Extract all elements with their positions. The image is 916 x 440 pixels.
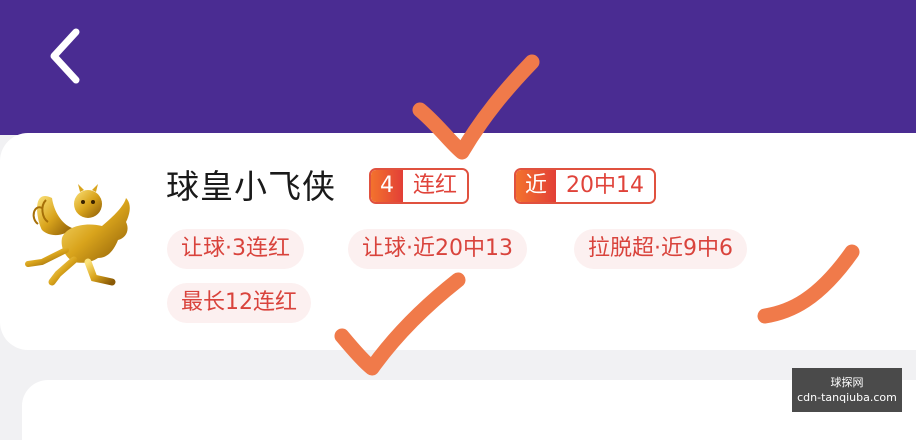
streak-count: 4 [371,170,403,202]
chevron-left-icon [50,28,80,84]
expert-name: 球皇小飞侠 [166,167,336,206]
header-bar [0,0,916,135]
streak-badge: 4 连红 [369,168,470,204]
avatar[interactable] [22,178,146,298]
record-tag: 最长12连红 [167,283,311,323]
record-tag: 让球·近20中13 [348,229,527,269]
back-button[interactable] [34,26,94,86]
recent-record-badge: 近 20中14 [514,168,657,204]
streak-label: 连红 [403,170,468,202]
watermark: 球探网 cdn-tanqiuba.com [792,368,902,412]
record-tag: 让球·3连红 [167,229,304,269]
watermark-line1: 球探网 [830,376,864,389]
watermark-line2: cdn-tanqiuba.com [797,391,897,404]
recent-label: 近 [516,170,557,202]
recent-record: 20中14 [556,170,655,202]
content-card [22,380,916,440]
record-tag: 拉脱超·近9中6 [574,229,747,269]
